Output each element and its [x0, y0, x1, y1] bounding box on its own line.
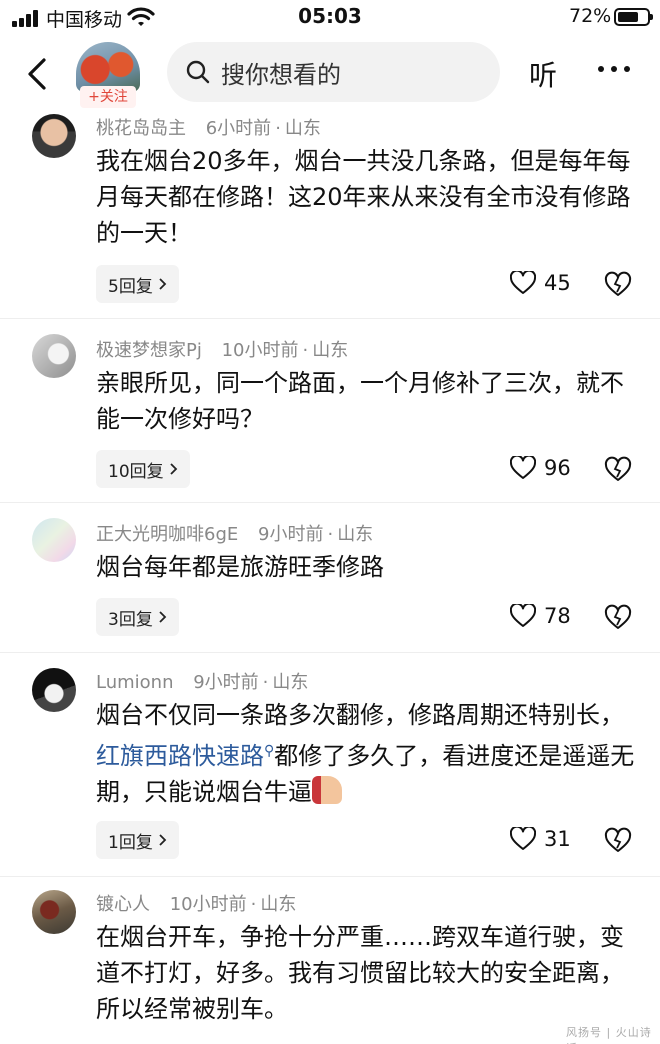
comment-location: 山东: [260, 894, 297, 915]
replies-count: 10回复: [108, 461, 164, 482]
replies-button[interactable]: 1回复: [96, 821, 179, 859]
like-count: 96: [544, 456, 571, 480]
replies-button[interactable]: 3回复: [96, 598, 179, 636]
replies-count: 1回复: [108, 832, 153, 853]
like-button[interactable]: 31: [510, 827, 571, 851]
comment-text: 烟台每年都是旅游旺季修路: [96, 553, 384, 581]
user-avatar[interactable]: [32, 518, 76, 562]
like-count: 78: [544, 604, 571, 628]
user-avatar[interactable]: [32, 114, 76, 158]
status-bar: 中国移动 05:03 72%: [0, 0, 660, 36]
comment-time: 10小时前: [169, 894, 247, 915]
battery-icon: [614, 8, 653, 26]
comment-meta: Lumionn 9小时前 · 山东: [96, 668, 308, 694]
username[interactable]: 镀心人: [96, 894, 150, 915]
heart-icon: [510, 456, 536, 479]
dislike-heart-icon[interactable]: [604, 604, 632, 632]
user-avatar[interactable]: [32, 890, 76, 934]
dislike-heart-icon[interactable]: [604, 827, 632, 855]
meta-separator: ·: [262, 672, 269, 693]
replies-count: 5回复: [108, 276, 153, 297]
comment-text: 亲眼所见，同一个路面，一个月修补了三次，就不能一次修好吗？: [96, 369, 624, 433]
chevron-right-icon: [159, 834, 167, 846]
comment-text: 在烟台开车，争抢十分严重……跨双车道行驶，变道不打灯，好多。我有习惯留比较大的安…: [96, 923, 624, 1023]
clock: 05:03: [298, 4, 362, 28]
like-button[interactable]: 78: [510, 604, 571, 628]
search-link[interactable]: 红旗西路快速路: [96, 742, 264, 770]
divider: [0, 876, 660, 877]
user-avatar[interactable]: [32, 334, 76, 378]
comment-time: 9小时前: [258, 524, 324, 545]
dislike-heart-icon[interactable]: [604, 456, 632, 484]
chevron-right-icon: [159, 278, 167, 290]
channel-avatar[interactable]: [76, 42, 140, 92]
divider: [0, 502, 660, 503]
divider: [0, 318, 660, 319]
comment-meta: 极速梦想家Pj 10小时前 · 山东: [96, 336, 348, 362]
comment-meta: 镀心人 10小时前 · 山东: [96, 890, 296, 916]
user-avatar[interactable]: [32, 668, 76, 712]
search-link-icon[interactable]: ⚲: [264, 743, 274, 759]
comment-item: 桃花岛岛主 6小时前 · 山东 我在烟台20多年，烟台一共没几条路，但是每年每月每天…: [0, 108, 660, 318]
meta-separator: ·: [250, 894, 257, 915]
comment-location: 山东: [272, 672, 309, 693]
username[interactable]: 桃花岛岛主: [96, 118, 186, 139]
comment-location: 山东: [312, 340, 349, 361]
chevron-right-icon: [159, 611, 167, 623]
like-count: 45: [544, 271, 571, 295]
comment-meta: 正大光明咖啡6gE 9小时前 · 山东: [96, 520, 373, 546]
dislike-heart-icon[interactable]: [604, 271, 632, 299]
chevron-right-icon: [170, 463, 177, 475]
replies-count: 3回复: [108, 609, 153, 630]
more-icon[interactable]: [598, 66, 630, 72]
comment-meta: 桃花岛岛主 6小时前 · 山东: [96, 114, 321, 140]
app: 中国移动 05:03 72% +关注 搜你想看的 听 桃花岛岛主 6小时前 · …: [0, 0, 660, 1044]
replies-button[interactable]: 10回复: [96, 450, 190, 488]
meta-separator: ·: [275, 118, 281, 139]
top-header: +关注 搜你想看的 听: [0, 36, 660, 108]
battery-percent: 72%: [569, 5, 612, 27]
heart-icon: [510, 271, 536, 294]
comment-item: 镀心人 10小时前 · 山东 在烟台开车，争抢十分严重……跨双车道行驶，变道不打灯，…: [0, 886, 660, 1044]
replies-button[interactable]: 5回复: [96, 265, 179, 303]
like-count: 31: [544, 827, 571, 851]
search-placeholder: 搜你想看的: [221, 60, 341, 89]
comment-item: 极速梦想家Pj 10小时前 · 山东 亲眼所见，同一个路面，一个月修补了三次，就不能…: [0, 330, 660, 500]
comment-item: 正大光明咖啡6gE 9小时前 · 山东 烟台每年都是旅游旺季修路 3回复 78: [0, 514, 660, 654]
comment-text-part: 烟台不仅同一条路多次翻修，修路周期还特别长，: [96, 701, 624, 729]
comment-time: 6小时前: [205, 118, 272, 139]
comment-text: 我在烟台20多年，烟台一共没几条路，但是每年每月每天都在修路！这20年来从来没有…: [96, 147, 631, 247]
search-input[interactable]: 搜你想看的: [167, 42, 500, 102]
meta-separator: ·: [302, 340, 309, 361]
watermark: 风扬号 | 火山诗话: [566, 1026, 652, 1044]
comment-time: 9小时前: [193, 672, 259, 693]
comment-location: 山东: [337, 524, 374, 545]
username[interactable]: 极速梦想家Pj: [96, 340, 202, 361]
search-icon: [186, 60, 210, 84]
like-button[interactable]: 96: [510, 456, 571, 480]
comment-item: Lumionn 9小时前 · 山东 烟台不仅同一条路多次翻修，修路周期还特别长， 红旗…: [0, 664, 660, 874]
comment-location: 山东: [284, 118, 321, 139]
meta-separator: ·: [327, 524, 334, 545]
battery-fill: [618, 12, 639, 22]
like-button[interactable]: 45: [510, 271, 571, 295]
channel-avatar-group[interactable]: +关注: [76, 42, 140, 108]
heart-icon: [510, 827, 536, 850]
back-icon[interactable]: [22, 54, 54, 94]
comment-text: 烟台不仅同一条路多次翻修，修路周期还特别长，红旗西路快速路⚲都修了多久了，看进度…: [96, 697, 636, 810]
divider: [0, 652, 660, 653]
comment-time: 10小时前: [221, 340, 299, 361]
heart-icon: [510, 604, 536, 627]
follow-button[interactable]: +关注: [80, 86, 136, 108]
username[interactable]: Lumionn: [96, 672, 173, 693]
username[interactable]: 正大光明咖啡6gE: [96, 524, 238, 545]
listen-button[interactable]: 听: [529, 54, 557, 94]
thumbs-up-emoji-icon: [312, 776, 342, 804]
